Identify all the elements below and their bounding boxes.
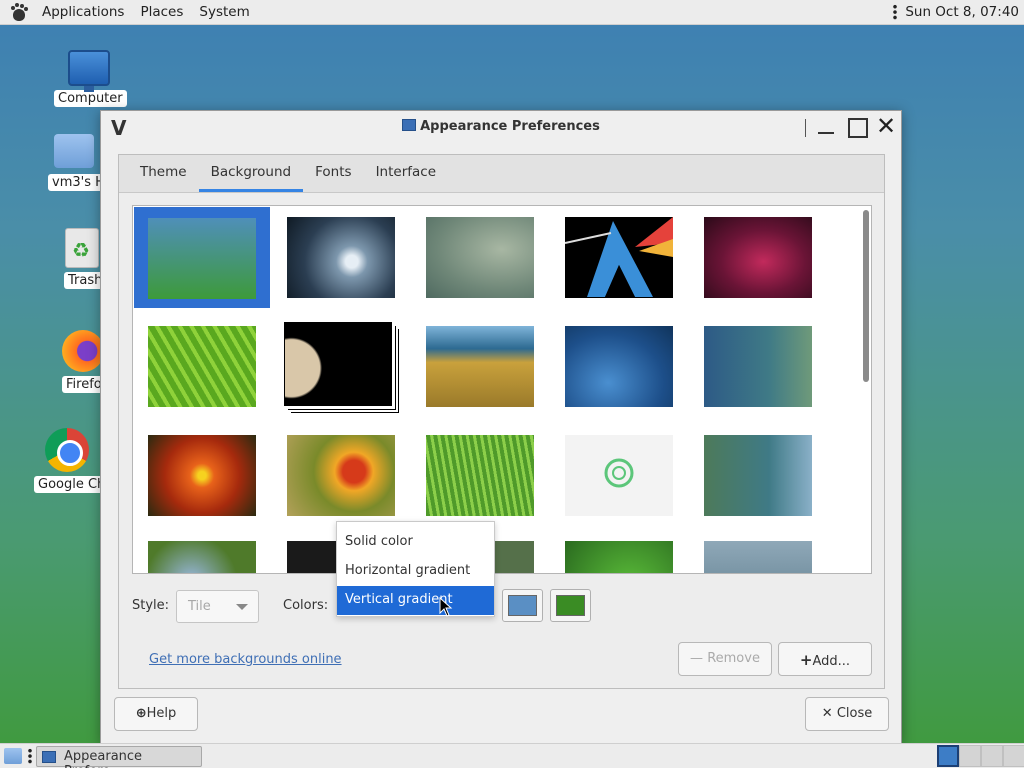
taskbar-handle-icon [28, 748, 32, 764]
firefox-icon [62, 330, 100, 372]
style-combo[interactable]: Tile [176, 590, 259, 623]
wallpaper-soft-green[interactable] [426, 217, 534, 298]
main-frame: Theme Background Fonts Interface Style: … [118, 154, 885, 689]
wallpaper-light-logo[interactable] [565, 435, 673, 516]
wallpaper-red-flower[interactable] [287, 435, 395, 516]
add-button[interactable]: +Add... [778, 642, 872, 676]
arch-logo-icon [565, 217, 673, 297]
tab-background[interactable]: Background [198, 164, 304, 192]
menu-applications[interactable]: Applications [34, 4, 132, 20]
desktop-icon-label: Trash [64, 272, 100, 289]
gallery-scrollbar[interactable] [863, 210, 869, 382]
wallpaper-pink-arch[interactable] [704, 217, 812, 298]
more-backgrounds-link[interactable]: Get more backgrounds online [149, 652, 342, 667]
desktop-icon-firefox[interactable]: Firefox [62, 330, 100, 393]
home-folder-icon [54, 134, 94, 168]
computer-icon [68, 50, 110, 92]
dropdown-item-vertical[interactable]: Vertical gradient [337, 586, 494, 615]
background-gallery[interactable] [132, 205, 872, 574]
wallpaper-orange-flower[interactable] [148, 435, 256, 516]
help-button[interactable]: ⊕Help [114, 697, 198, 731]
gnome-foot-icon[interactable] [10, 3, 28, 21]
trash-icon [65, 228, 99, 268]
desktop-icon-label: Firefox [62, 376, 100, 393]
desktop-icon-label: Google Chrome [34, 476, 100, 493]
tab-fonts[interactable]: Fonts [303, 164, 363, 192]
primary-color-swatch [508, 595, 537, 616]
help-icon: ⊕ [135, 706, 147, 721]
style-value: Tile [188, 599, 211, 614]
wallpaper-grey-blue[interactable] [704, 541, 812, 573]
wallpaper-blue-wave[interactable] [704, 435, 812, 516]
desktop-icon-label: Computer [54, 90, 127, 107]
secondary-color-button[interactable] [550, 589, 591, 622]
style-label: Style: [132, 598, 170, 613]
minimize-icon[interactable] [815, 117, 837, 137]
wallpaper-green-grass[interactable] [426, 435, 534, 516]
tab-theme[interactable]: Theme [128, 164, 199, 192]
wallpaper-green-drops[interactable] [565, 541, 673, 573]
wallpaper-jupiter-stack[interactable] [284, 322, 392, 406]
app-icon [42, 751, 56, 763]
wallpaper-water-drop[interactable] [287, 217, 395, 298]
style-row: Style: Tile Colors: [132, 588, 872, 624]
workspace-3[interactable] [981, 745, 1003, 767]
menu-places[interactable]: Places [132, 4, 191, 20]
desktop-icon-trash[interactable]: Trash [64, 228, 100, 289]
workspace-1[interactable] [937, 745, 959, 767]
plus-icon: + [799, 651, 813, 669]
wallpaper-blue-bokeh[interactable] [704, 326, 812, 407]
close-window-icon[interactable]: ✕ [875, 114, 897, 138]
secondary-color-swatch [556, 595, 585, 616]
taskbar-window-button[interactable]: Appearance Prefere... [36, 746, 202, 768]
chevron-down-icon [236, 604, 248, 610]
desktop-icon-label: vm3's Home [48, 174, 100, 191]
desktop-icon-chrome[interactable]: Google Chrome [34, 428, 100, 493]
maximize-icon[interactable] [845, 117, 868, 138]
titlebar[interactable]: V Appearance Preferences ✕ [101, 111, 901, 143]
desktop-icon-computer[interactable]: Computer [54, 50, 127, 107]
wallpaper-green-leaf[interactable] [148, 326, 256, 407]
dropdown-item-solid[interactable]: Solid color [337, 528, 494, 557]
remove-button[interactable]: — Remove [678, 642, 772, 676]
appearance-preferences-window: V Appearance Preferences ✕ Theme Backgro… [100, 110, 902, 744]
logo-mark-icon [604, 458, 634, 488]
primary-color-button[interactable] [502, 589, 543, 622]
app-icon [402, 119, 417, 131]
wallpaper-grass-sea[interactable] [426, 326, 534, 407]
panel-handle-icon [893, 4, 898, 20]
menu-system[interactable]: System [191, 4, 257, 20]
close-icon: ✕ [821, 706, 833, 721]
wallpaper-blue-flowers[interactable] [148, 541, 256, 573]
workspace-2[interactable] [959, 745, 981, 767]
desktop-icon-home[interactable]: vm3's Home [48, 134, 100, 191]
top-panel: Applications Places System Sun Oct 8, 07… [0, 0, 1024, 25]
chrome-icon [45, 428, 89, 472]
close-button[interactable]: ✕ Close [805, 697, 889, 731]
clock[interactable]: Sun Oct 8, 07:40 [905, 4, 1019, 20]
minus-icon: — [690, 651, 704, 666]
bottom-taskbar: Appearance Prefere... [0, 743, 1024, 768]
show-desktop-icon[interactable] [4, 748, 22, 764]
wallpaper-vertical-gradient[interactable] [148, 218, 256, 299]
tab-bar: Theme Background Fonts Interface [119, 155, 884, 193]
wallpaper-blue-leaf[interactable] [565, 326, 673, 407]
colors-label: Colors: [283, 598, 329, 613]
color-mode-dropdown[interactable]: Solid color Horizontal gradient Vertical… [336, 521, 495, 617]
window-title: Appearance Preferences [420, 119, 600, 134]
tab-interface[interactable]: Interface [364, 164, 448, 192]
dropdown-item-horizontal[interactable]: Horizontal gradient [337, 557, 494, 586]
workspace-4[interactable] [1003, 745, 1024, 767]
wallpaper-arch-prism[interactable] [565, 217, 673, 298]
